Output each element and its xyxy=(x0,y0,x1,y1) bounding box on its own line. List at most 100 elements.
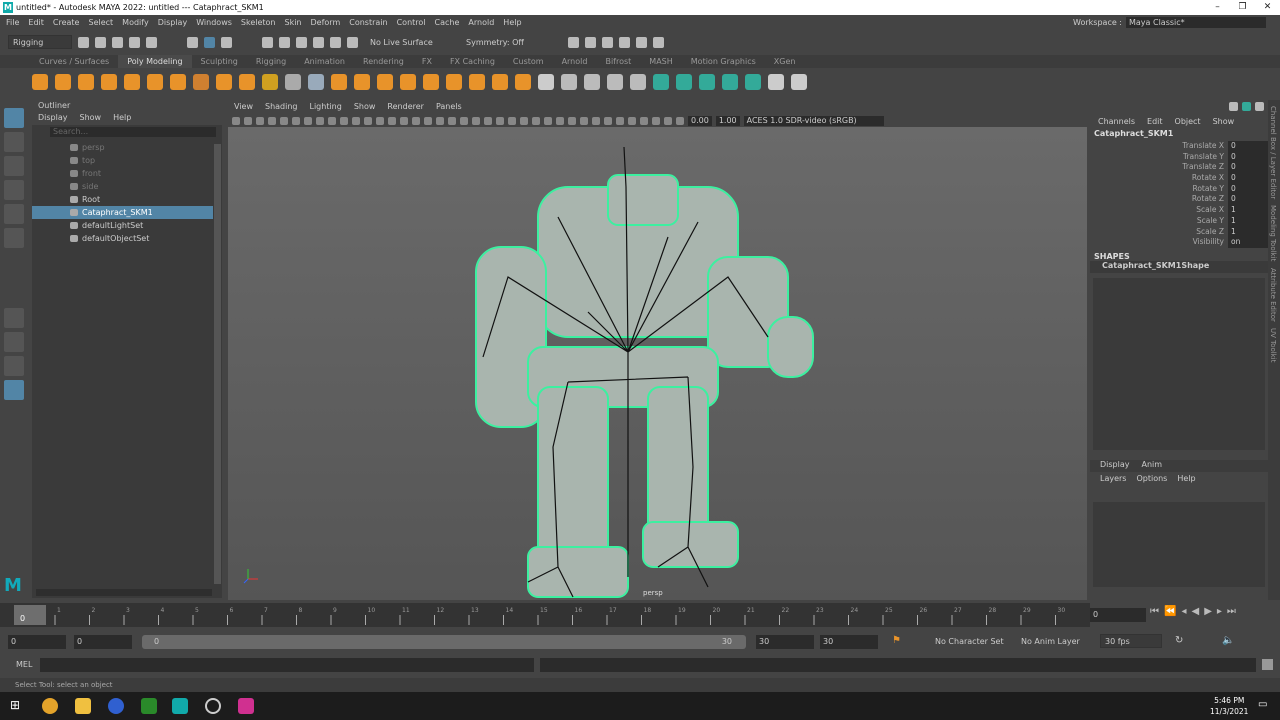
app-icon[interactable] xyxy=(108,698,124,714)
layer-menu-help[interactable]: Help xyxy=(1177,472,1195,486)
step-forward-icon[interactable]: ▸ xyxy=(1217,606,1222,617)
channel-row[interactable]: Visibility on xyxy=(1090,237,1268,248)
shelf-tab[interactable]: MASH xyxy=(640,55,681,68)
outliner-menu-display[interactable]: Display xyxy=(38,111,68,125)
script-editor-icon[interactable] xyxy=(1262,659,1273,670)
outliner-layout-icon[interactable] xyxy=(4,380,24,400)
viewport-tool-icon[interactable] xyxy=(616,116,624,125)
menu-constrain[interactable]: Constrain xyxy=(349,18,387,27)
shelf-tool-icon[interactable] xyxy=(193,74,209,90)
shelf-tool-icon[interactable] xyxy=(515,74,531,90)
snap-center-icon[interactable] xyxy=(347,36,358,48)
shelf-tool-icon[interactable] xyxy=(216,74,232,90)
menu-arnold[interactable]: Arnold xyxy=(468,18,494,27)
shelf-tool-icon[interactable] xyxy=(699,74,715,90)
snap-point-icon[interactable] xyxy=(296,36,307,48)
shelf-tool-icon[interactable] xyxy=(354,74,370,90)
outliner-item[interactable]: Cataphract_SKM1 xyxy=(32,206,213,219)
shelf-tool-icon[interactable] xyxy=(147,74,163,90)
render-view-icon[interactable] xyxy=(568,36,579,48)
channel-value[interactable]: on xyxy=(1228,237,1268,248)
redo-icon[interactable] xyxy=(146,36,157,48)
menuset-dropdown[interactable]: Rigging xyxy=(8,35,72,49)
windows-start-icon[interactable]: ⊞ xyxy=(10,698,26,714)
shelf-tool-icon[interactable] xyxy=(55,74,71,90)
shelf-tool-icon[interactable] xyxy=(400,74,416,90)
viewport-menu-view[interactable]: View xyxy=(234,100,253,114)
character-set-dropdown[interactable]: No Character Set xyxy=(935,637,1004,646)
channel-value[interactable]: 0 xyxy=(1228,151,1268,163)
colorspace-dropdown[interactable]: ACES 1.0 SDR-video (sRGB) xyxy=(743,115,884,126)
viewport-tool-icon[interactable] xyxy=(328,116,336,125)
fps-dropdown[interactable]: 30 fps xyxy=(1100,634,1162,648)
pen-app-icon[interactable] xyxy=(238,698,254,714)
shape-name[interactable]: Cataphract_SKM1Shape xyxy=(1090,260,1268,273)
go-to-start-icon[interactable]: ⏮ xyxy=(1150,606,1159,617)
maximize-button[interactable]: ❐ xyxy=(1230,0,1255,15)
current-frame-field[interactable]: 0 xyxy=(1090,608,1146,622)
shelf-tool-icon[interactable] xyxy=(630,74,646,90)
menu-control[interactable]: Control xyxy=(397,18,426,27)
channel-row[interactable]: Scale X 1 xyxy=(1090,205,1268,216)
viewport-tool-icon[interactable] xyxy=(664,116,672,125)
outliner-hscrollbar[interactable] xyxy=(36,589,212,596)
viewport-tool-icon[interactable] xyxy=(388,116,396,125)
shelf-tab[interactable]: Rigging xyxy=(247,55,295,68)
menu-cache[interactable]: Cache xyxy=(435,18,460,27)
system-clock[interactable]: 5:46 PM 11/3/2021 xyxy=(1210,695,1248,717)
render-settings-icon[interactable] xyxy=(619,36,630,48)
channel-value[interactable]: 1 xyxy=(1228,205,1268,216)
pause-icon[interactable] xyxy=(653,36,664,48)
lasso-tool-icon[interactable] xyxy=(4,132,24,152)
layer-menu-layers[interactable]: Layers xyxy=(1100,472,1126,486)
menu-file[interactable]: File xyxy=(6,18,19,27)
shelf-tool-icon[interactable] xyxy=(538,74,554,90)
viewport-menu-renderer[interactable]: Renderer xyxy=(387,100,424,114)
shelf-tool-icon[interactable] xyxy=(446,74,462,90)
channel-value[interactable]: 0 xyxy=(1228,141,1268,152)
scene-end-field[interactable]: 30 xyxy=(820,635,878,649)
outliner-menu-help[interactable]: Help xyxy=(113,111,131,125)
loop-icon[interactable]: ↻ xyxy=(1175,635,1183,646)
play-back-icon[interactable]: ◀ xyxy=(1191,606,1199,617)
menu-edit[interactable]: Edit xyxy=(28,18,44,27)
symmetry-dropdown[interactable]: Symmetry: Off xyxy=(466,38,536,47)
viewport-tool-icon[interactable] xyxy=(412,116,420,125)
shelf-tool-icon[interactable] xyxy=(285,74,301,90)
shelf-tab[interactable]: Bifrost xyxy=(596,55,640,68)
live-surface-field[interactable]: No Live Surface xyxy=(370,38,440,47)
outliner-item[interactable]: defaultLightSet xyxy=(32,219,222,232)
four-pane-icon[interactable] xyxy=(4,332,24,352)
playback-start-field[interactable]: 0 xyxy=(74,635,132,649)
gamma-field[interactable]: 1.00 xyxy=(715,115,740,126)
viewport-tool-icon[interactable] xyxy=(376,116,384,125)
viewport-tool-icon[interactable] xyxy=(676,116,684,125)
channel-menu-channels[interactable]: Channels xyxy=(1098,117,1135,129)
scale-tool-icon[interactable] xyxy=(4,228,24,248)
attribute-editor-icon[interactable] xyxy=(1242,102,1251,111)
new-scene-icon[interactable] xyxy=(78,36,89,48)
menu-modify[interactable]: Modify xyxy=(122,18,149,27)
shelf-tab[interactable]: Curves / Surfaces xyxy=(30,55,118,68)
menu-create[interactable]: Create xyxy=(53,18,80,27)
shelf-tool-icon[interactable] xyxy=(791,74,807,90)
scene-start-field[interactable]: 0 xyxy=(8,635,66,649)
select-hierarchy-icon[interactable] xyxy=(187,36,198,48)
shelf-tool-icon[interactable] xyxy=(308,74,324,90)
snap-curve-icon[interactable] xyxy=(279,36,290,48)
viewport-tool-icon[interactable] xyxy=(316,116,324,125)
viewport-canvas[interactable]: persp xyxy=(228,127,1087,600)
shelf-tool-icon[interactable] xyxy=(676,74,692,90)
snap-surface-icon[interactable] xyxy=(330,36,341,48)
single-pane-icon[interactable] xyxy=(4,308,24,328)
viewport-tool-icon[interactable] xyxy=(292,116,300,125)
right-tab[interactable]: Channel Box / Layer Editor xyxy=(1269,106,1277,199)
viewport-tool-icon[interactable] xyxy=(628,116,636,125)
snap-grid-icon[interactable] xyxy=(262,36,273,48)
viewport-tool-icon[interactable] xyxy=(436,116,444,125)
viewport-menu-show[interactable]: Show xyxy=(354,100,376,114)
step-back-icon[interactable]: ◂ xyxy=(1181,606,1186,617)
right-tab[interactable]: UV Toolkit xyxy=(1269,328,1277,362)
viewport-tool-icon[interactable] xyxy=(256,116,264,125)
go-to-end-icon[interactable]: ⏭ xyxy=(1227,606,1236,617)
